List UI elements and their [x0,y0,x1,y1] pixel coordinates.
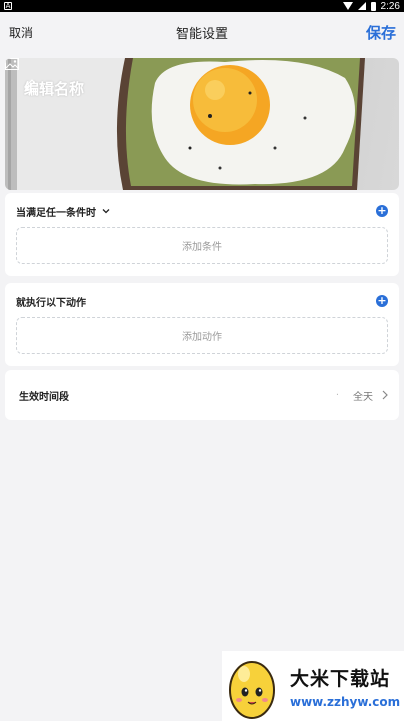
time-period-dot: · [335,389,339,401]
edit-name-button[interactable]: 编辑名称 [24,78,84,99]
add-condition-button[interactable]: + [376,205,388,217]
time-period-value: 全天 [353,391,373,403]
signal-icon [357,2,366,10]
page-title: 智能设置 [175,26,228,42]
image-icon[interactable] [5,58,19,70]
chevron-down-icon [102,209,110,214]
condition-title: 当满足任一条件时 [16,207,96,219]
condition-card: 当满足任一条件时 + 添加条件 [5,193,399,276]
wifi-icon [342,2,353,10]
save-button[interactable]: 保存 [366,22,396,43]
notification-icon: A [4,2,12,10]
action-card: 就执行以下动作 + 添加动作 [5,283,399,366]
cover-image[interactable]: 编辑名称 [5,58,399,190]
add-action-placeholder[interactable]: 添加动作 [16,317,388,354]
time-period-label: 生效时间段 [19,391,69,403]
site-watermark: 大米下载站 www.zzhyw.com [222,651,404,721]
header: 取消 智能设置 保存 [0,12,404,52]
time-period-card: 生效时间段 · 全天 [5,370,399,420]
cancel-button[interactable]: 取消 [9,24,33,41]
time-period-row[interactable]: 生效时间段 · 全天 [19,370,389,420]
status-bar: A 2:26 [0,0,404,12]
add-action-button[interactable]: + [376,295,388,307]
status-time: 2:26 [380,0,400,12]
egg-mascot-icon [229,661,275,719]
pencil-icon [25,79,35,90]
watermark-title: 大米下载站 [290,667,391,690]
condition-dropdown[interactable]: 当满足任一条件时 [16,204,110,219]
battery-icon [370,1,376,11]
action-title: 就执行以下动作 [16,297,86,309]
watermark-url: www.zzhyw.com [290,694,401,709]
chevron-right-icon [382,390,388,400]
add-condition-placeholder[interactable]: 添加条件 [16,227,388,264]
